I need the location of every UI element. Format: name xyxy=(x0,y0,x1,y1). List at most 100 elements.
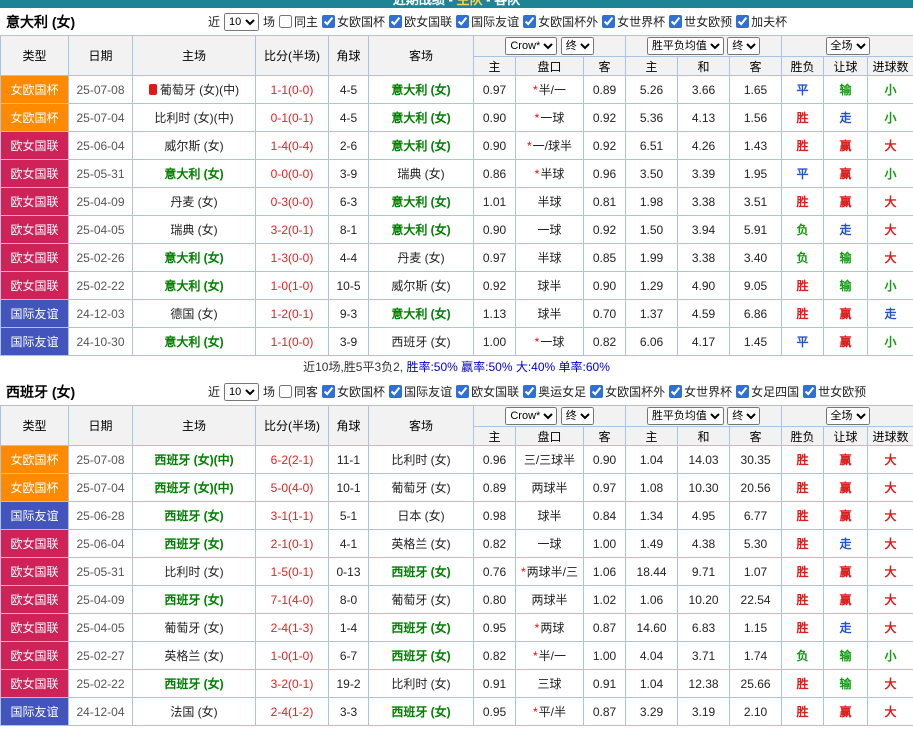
competition-filter[interactable]: 女欧国杯 xyxy=(322,13,385,30)
competition-filter[interactable]: 女欧国杯外 xyxy=(590,383,665,400)
same-checkbox[interactable] xyxy=(279,15,293,28)
competition-filter[interactable]: 加夫杯 xyxy=(736,13,787,30)
competition-filter[interactable]: 世女欧预 xyxy=(669,13,732,30)
odds-home: 0.90 xyxy=(473,103,516,132)
competition-checkbox[interactable] xyxy=(456,385,470,398)
team-title: 西班牙 (女) xyxy=(6,383,76,400)
avg-home: 1.98 xyxy=(625,187,679,216)
competition-checkbox[interactable] xyxy=(590,385,604,398)
competition-filter[interactable]: 女世界杯 xyxy=(669,383,732,400)
team-section-italy: 意大利 (女) 近 10 场 同主 女欧国杯 欧女国联 国际友谊 女欧国杯外 女世界杯世… xyxy=(0,8,913,378)
result-goals: 大 xyxy=(867,669,913,698)
competition-filter[interactable]: 国际友谊 xyxy=(456,13,519,30)
competition-checkbox[interactable] xyxy=(456,15,470,28)
competition-checkbox[interactable] xyxy=(523,15,537,28)
result-goals: 大 xyxy=(867,445,913,474)
competition-checkbox[interactable] xyxy=(322,15,336,28)
summary-row: 近10场,胜5平3负2, 胜率:50% 赢率:50% 大:40% 单率:60% xyxy=(0,356,913,378)
odds-away: 0.85 xyxy=(582,243,627,272)
home-team-name: 西班牙 (女) xyxy=(164,593,224,607)
result-outcome: 平 xyxy=(781,327,825,356)
col-odds-line: 盘口 xyxy=(515,56,584,76)
avg-state-select[interactable]: 终 xyxy=(727,407,761,425)
match-date: 25-07-04 xyxy=(68,473,133,502)
matches-tbody: 女欧国杯 25-07-08 葡萄牙 (女)(中) 1-1(0-0) 4-5 意大… xyxy=(0,75,913,356)
scope-select[interactable]: 全场 xyxy=(825,37,870,55)
competition-checkbox[interactable] xyxy=(669,15,683,28)
recent-count-select[interactable]: 10 xyxy=(224,12,260,31)
same-filter[interactable]: 同主 xyxy=(279,13,318,30)
odds-away: 0.87 xyxy=(582,613,627,642)
odds-home: 0.80 xyxy=(473,585,516,614)
match-score: 1-2(0-1) xyxy=(255,299,329,328)
odds-state-select[interactable]: 终 xyxy=(560,37,594,55)
match-row: 欧女国联 25-02-26 意大利 (女) 1-3(0-0) 4-4 丹麦 (女… xyxy=(0,243,913,272)
result-goals: 小 xyxy=(867,327,913,356)
recent-count-select[interactable]: 10 xyxy=(224,382,260,401)
match-row: 国际友谊 24-12-03 德国 (女) 1-2(0-1) 9-3 意大利 (女… xyxy=(0,299,913,328)
result-handicap: 赢 xyxy=(823,187,869,216)
home-team-cell: 意大利 (女) xyxy=(132,271,256,300)
avg-away: 1.43 xyxy=(729,131,783,160)
away-team-name: 瑞典 (女) xyxy=(397,167,445,181)
same-checkbox[interactable] xyxy=(279,385,293,398)
scope-select[interactable]: 全场 xyxy=(825,407,870,425)
competition-checkbox[interactable] xyxy=(736,15,750,28)
handicap-line-cell: *一球 xyxy=(515,103,584,132)
away-team-cell: 日本 (女) xyxy=(368,501,474,530)
odds-state-select[interactable]: 终 xyxy=(560,407,594,425)
competition-filter[interactable]: 女足四国 xyxy=(736,383,799,400)
competition-checkbox[interactable] xyxy=(803,385,817,398)
away-team-name: 丹麦 (女) xyxy=(397,251,445,265)
competition-checkbox[interactable] xyxy=(389,385,403,398)
competition-checkbox[interactable] xyxy=(669,385,683,398)
competition-checkbox[interactable] xyxy=(602,15,616,28)
away-team-cell: 意大利 (女) xyxy=(368,131,474,160)
matches-table-spain: 类型 日期 主场 比分(半场) 角球 客场 Crow* 终 胜平负均值 终 全场 xyxy=(0,405,913,726)
result-handicap: 赢 xyxy=(823,327,869,356)
odds-home: 0.97 xyxy=(473,75,516,104)
odds-home: 0.92 xyxy=(473,271,516,300)
match-row: 欧女国联 25-04-05 葡萄牙 (女) 2-4(1-3) 1-4 西班牙 (… xyxy=(0,613,913,642)
col-odds-away: 客 xyxy=(582,56,627,76)
competition-checkbox[interactable] xyxy=(389,15,403,28)
handicap-star: * xyxy=(520,565,526,579)
match-date: 25-06-04 xyxy=(68,529,133,558)
result-handicap: 走 xyxy=(823,103,869,132)
avg-away: 1.07 xyxy=(729,557,783,586)
handicap-line-cell: *半球 xyxy=(515,243,584,272)
competition-checkbox[interactable] xyxy=(523,385,537,398)
competition-filter[interactable]: 女欧国杯 xyxy=(322,383,385,400)
same-filter[interactable]: 同客 xyxy=(279,383,318,400)
competition-checkbox[interactable] xyxy=(736,385,750,398)
avg-draw: 4.17 xyxy=(677,327,731,356)
home-team-name: 西班牙 (女)(中) xyxy=(154,481,234,495)
result-goals: 大 xyxy=(867,187,913,216)
corner-score: 3-9 xyxy=(328,159,369,188)
near-label: 近 xyxy=(208,385,221,399)
result-handicap: 输 xyxy=(823,243,869,272)
bookmaker-select[interactable]: Crow* xyxy=(505,37,558,55)
result-goals: 小 xyxy=(867,271,913,300)
home-team-name: 西班牙 (女) xyxy=(164,537,224,551)
match-date: 25-02-27 xyxy=(68,641,133,670)
avg-select[interactable]: 胜平负均值 xyxy=(646,407,724,425)
result-outcome: 胜 xyxy=(781,557,825,586)
competition-filter[interactable]: 女欧国杯外 xyxy=(523,13,598,30)
match-type-badge: 欧女国联 xyxy=(0,243,69,272)
near-label: 近 xyxy=(208,15,221,29)
avg-select[interactable]: 胜平负均值 xyxy=(646,37,724,55)
avg-away: 3.51 xyxy=(729,187,783,216)
avg-state-select[interactable]: 终 xyxy=(727,37,761,55)
match-score: 1-1(0-0) xyxy=(255,75,329,104)
bookmaker-select[interactable]: Crow* xyxy=(505,407,558,425)
competition-filter[interactable]: 奥运女足 xyxy=(523,383,586,400)
competition-filter[interactable]: 女世界杯 xyxy=(602,13,665,30)
competition-checkbox[interactable] xyxy=(322,385,336,398)
odds-away: 0.90 xyxy=(582,445,627,474)
competition-filter[interactable]: 国际友谊 xyxy=(389,383,452,400)
top-nav-text: 近期战绩 - 主队 - 客队 xyxy=(0,0,913,8)
competition-filter[interactable]: 欧女国联 xyxy=(389,13,452,30)
competition-filter[interactable]: 世女欧预 xyxy=(803,383,866,400)
competition-filter[interactable]: 欧女国联 xyxy=(456,383,519,400)
